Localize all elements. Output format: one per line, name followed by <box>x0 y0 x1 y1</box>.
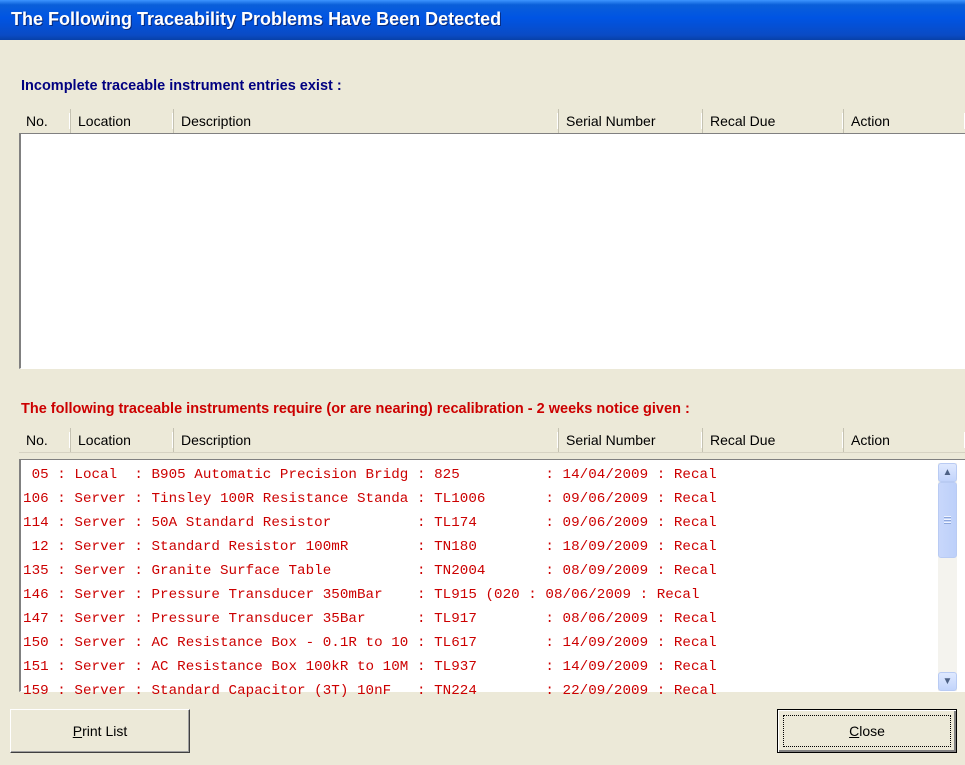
window-title: The Following Traceability Problems Have… <box>11 9 502 29</box>
list-item[interactable]: 159 : Server : Standard Capacitor (3T) 1… <box>23 679 939 703</box>
column-header-recal-due[interactable]: Recal Due <box>703 428 844 452</box>
column-header-description[interactable]: Description <box>174 428 559 452</box>
scroll-down-button[interactable]: ▼ <box>938 672 957 691</box>
list-item[interactable]: 114 : Server : 50A Standard Resistor : T… <box>23 511 939 535</box>
column-header-recal-due[interactable]: Recal Due <box>703 109 844 133</box>
column-header-location[interactable]: Location <box>71 109 174 133</box>
vertical-scrollbar[interactable]: ▲ ▼ <box>938 463 957 691</box>
incomplete-entries-label: Incomplete traceable instrument entries … <box>21 78 342 94</box>
incomplete-list-header: No. Location Description Serial Number R… <box>19 109 965 134</box>
print-label: rint List <box>82 723 128 739</box>
list-item[interactable]: 147 : Server : Pressure Transducer 35Bar… <box>23 607 939 631</box>
grip-line <box>944 522 951 523</box>
scrollbar-thumb[interactable] <box>938 482 957 558</box>
focus-rect <box>783 715 951 747</box>
grip-line <box>944 519 951 520</box>
list-item[interactable]: 12 : Server : Standard Resistor 100mR : … <box>23 535 939 559</box>
scroll-up-button[interactable]: ▲ <box>938 463 957 482</box>
column-header-location[interactable]: Location <box>71 428 174 452</box>
column-header-serial-number[interactable]: Serial Number <box>559 109 703 133</box>
list-item[interactable]: 05 : Local : B905 Automatic Precision Br… <box>23 463 939 487</box>
incomplete-entries-list[interactable] <box>19 133 965 369</box>
print-mnemonic: P <box>72 723 83 739</box>
column-header-no[interactable]: No. <box>19 109 71 133</box>
grip-line <box>944 516 951 517</box>
list-item[interactable]: 151 : Server : AC Resistance Box 100kR t… <box>23 655 939 679</box>
column-header-action[interactable]: Action <box>844 109 965 133</box>
chevron-down-icon: ▼ <box>942 676 953 687</box>
title-bar[interactable]: The Following Traceability Problems Have… <box>0 0 965 40</box>
chevron-up-icon: ▲ <box>942 467 953 478</box>
recalibration-list[interactable]: 05 : Local : B905 Automatic Precision Br… <box>19 459 965 699</box>
list-item[interactable]: 135 : Server : Granite Surface Table : T… <box>23 559 939 583</box>
column-header-serial-number[interactable]: Serial Number <box>559 428 703 452</box>
list-item[interactable]: 106 : Server : Tinsley 100R Resistance S… <box>23 487 939 511</box>
column-header-action[interactable]: Action <box>844 428 965 452</box>
column-header-no[interactable]: No. <box>19 428 71 452</box>
column-header-description[interactable]: Description <box>174 109 559 133</box>
list-item[interactable]: 146 : Server : Pressure Transducer 350mB… <box>23 583 939 607</box>
close-button[interactable]: Close <box>777 709 957 753</box>
recalibration-label: The following traceable instruments requ… <box>21 401 690 417</box>
print-list-button[interactable]: Print List <box>10 709 190 753</box>
recal-list-header: No. Location Description Serial Number R… <box>19 428 965 453</box>
list-item[interactable]: 150 : Server : AC Resistance Box - 0.1R … <box>23 631 939 655</box>
